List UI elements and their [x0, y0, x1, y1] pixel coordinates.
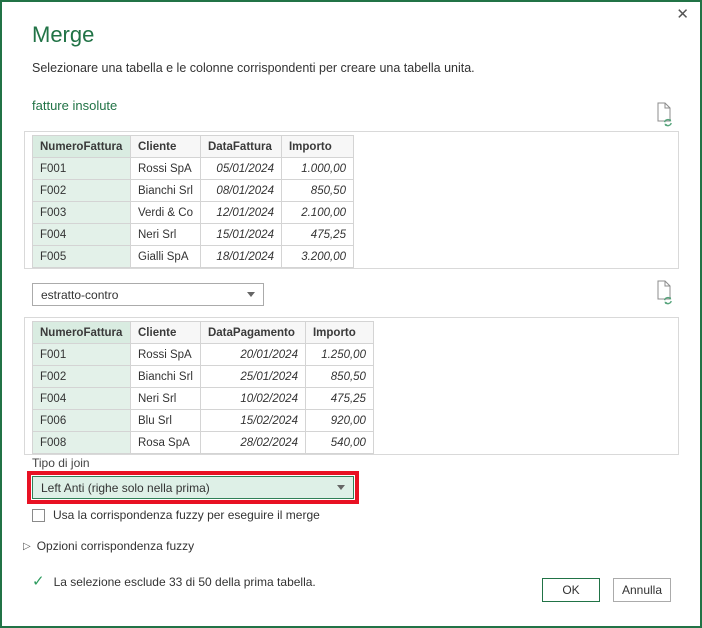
table-cell: F006: [32, 409, 131, 432]
highlight-annotation-box: Left Anti (righe solo nella prima): [27, 471, 359, 504]
fuzzy-merge-option[interactable]: Usa la corrispondenza fuzzy per eseguire…: [32, 508, 320, 522]
table2-selector-dropdown[interactable]: estratto-contro: [32, 283, 264, 306]
table2-selector-value: estratto-contro: [41, 287, 119, 302]
table-cell: F008: [32, 431, 131, 454]
table-row[interactable]: F004 Neri Srl 15/01/2024 475,25: [32, 223, 354, 246]
refresh-icon[interactable]: [653, 101, 675, 127]
table-cell: 850,50: [280, 179, 354, 202]
fuzzy-checkbox[interactable]: [32, 508, 45, 522]
table1-panel: NumeroFattura Cliente DataFattura Importo F0…: [24, 131, 679, 269]
table-cell: F004: [32, 387, 131, 410]
table-row[interactable]: F008 Rosa SpA 28/02/2024 540,00: [32, 431, 374, 454]
table-row[interactable]: F005 Gialli SpA 18/01/2024 3.200,00: [32, 245, 354, 268]
table-cell: Verdi & Co: [130, 201, 201, 224]
status-text: La selezione esclude 33 di 50 della prim…: [53, 574, 316, 589]
ok-button[interactable]: OK: [542, 578, 600, 602]
table-cell: 05/01/2024: [199, 157, 282, 180]
dialog-subtitle: Selezionare una tabella e le colonne cor…: [32, 61, 475, 75]
fuzzy-options-expander[interactable]: ▷ Opzioni corrispondenza fuzzy: [23, 539, 194, 553]
chevron-down-icon: [247, 292, 255, 297]
table-cell: Rossi SpA: [130, 157, 201, 180]
table-cell: 25/01/2024: [199, 365, 306, 388]
table-cell: Neri Srl: [130, 223, 201, 246]
table-cell: Rossi SpA: [130, 343, 201, 366]
table-cell: F003: [32, 201, 131, 224]
table-cell: Bianchi Srl: [130, 365, 201, 388]
table-cell: 850,50: [304, 365, 374, 388]
column-header[interactable]: NumeroFattura: [32, 321, 131, 344]
column-header[interactable]: Importo: [280, 135, 354, 158]
column-header[interactable]: DataPagamento: [199, 321, 306, 344]
expander-chevron-icon: ▷: [23, 540, 31, 552]
table-cell: Bianchi Srl: [130, 179, 201, 202]
column-header[interactable]: Cliente: [130, 135, 201, 158]
fuzzy-checkbox-label: Usa la corrispondenza fuzzy per eseguire…: [53, 508, 320, 522]
table-cell: 1.000,00: [280, 157, 354, 180]
join-type-label: Tipo di join: [32, 456, 90, 470]
column-header[interactable]: Importo: [304, 321, 374, 344]
table-cell: 475,25: [280, 223, 354, 246]
table-cell: 3.200,00: [280, 245, 354, 268]
table-cell: 28/02/2024: [199, 431, 306, 454]
table-cell: 2.100,00: [280, 201, 354, 224]
merge-dialog: ✕ Merge Selezionare una tabella e le col…: [0, 0, 702, 628]
table-row[interactable]: F004 Neri Srl 10/02/2024 475,25: [32, 387, 374, 410]
table-cell: Rosa SpA: [130, 431, 201, 454]
column-header[interactable]: DataFattura: [199, 135, 282, 158]
table-cell: F001: [32, 343, 131, 366]
table-cell: 540,00: [304, 431, 374, 454]
table-cell: 920,00: [304, 409, 374, 432]
table-row[interactable]: F002 Bianchi Srl 25/01/2024 850,50: [32, 365, 374, 388]
table-cell: 15/02/2024: [199, 409, 306, 432]
refresh-icon[interactable]: [653, 279, 675, 305]
table-row[interactable]: F002 Bianchi Srl 08/01/2024 850,50: [32, 179, 354, 202]
table-row[interactable]: F003 Verdi & Co 12/01/2024 2.100,00: [32, 201, 354, 224]
table-row[interactable]: F001 Rossi SpA 20/01/2024 1.250,00: [32, 343, 374, 366]
table-cell: 475,25: [304, 387, 374, 410]
table-row[interactable]: F006 Blu Srl 15/02/2024 920,00: [32, 409, 374, 432]
chevron-down-icon: [337, 485, 345, 490]
table-cell: 12/01/2024: [199, 201, 282, 224]
table1-preview: NumeroFattura Cliente DataFattura Importo F0…: [32, 135, 354, 268]
table-cell: F002: [32, 365, 131, 388]
table-cell: 1.250,00: [304, 343, 374, 366]
cancel-button[interactable]: Annulla: [613, 578, 671, 602]
table-cell: Gialli SpA: [130, 245, 201, 268]
column-header[interactable]: NumeroFattura: [32, 135, 131, 158]
table-cell: F001: [32, 157, 131, 180]
table-cell: 10/02/2024: [199, 387, 306, 410]
status-message: ✓ La selezione esclude 33 di 50 della pr…: [32, 574, 316, 589]
table-cell: 08/01/2024: [199, 179, 282, 202]
close-icon[interactable]: ✕: [676, 7, 689, 23]
dialog-title: Merge: [32, 22, 95, 47]
table-row[interactable]: F001 Rossi SpA 05/01/2024 1.000,00: [32, 157, 354, 180]
table-cell: 18/01/2024: [199, 245, 282, 268]
table2-preview: NumeroFattura Cliente DataPagamento Importo…: [32, 321, 374, 454]
table-cell: Neri Srl: [130, 387, 201, 410]
column-header[interactable]: Cliente: [130, 321, 201, 344]
table-cell: F005: [32, 245, 131, 268]
table-cell: F002: [32, 179, 131, 202]
table-cell: 15/01/2024: [199, 223, 282, 246]
table-cell: F004: [32, 223, 131, 246]
join-type-dropdown[interactable]: Left Anti (righe solo nella prima): [32, 476, 354, 499]
join-type-value: Left Anti (righe solo nella prima): [41, 480, 210, 495]
table-cell: Blu Srl: [130, 409, 201, 432]
fuzzy-options-label: Opzioni corrispondenza fuzzy: [36, 539, 195, 553]
table1-label: fatture insolute: [32, 98, 118, 113]
table2-panel: NumeroFattura Cliente DataPagamento Importo…: [24, 317, 679, 455]
table-cell: 20/01/2024: [199, 343, 306, 366]
check-icon: ✓: [32, 573, 45, 590]
